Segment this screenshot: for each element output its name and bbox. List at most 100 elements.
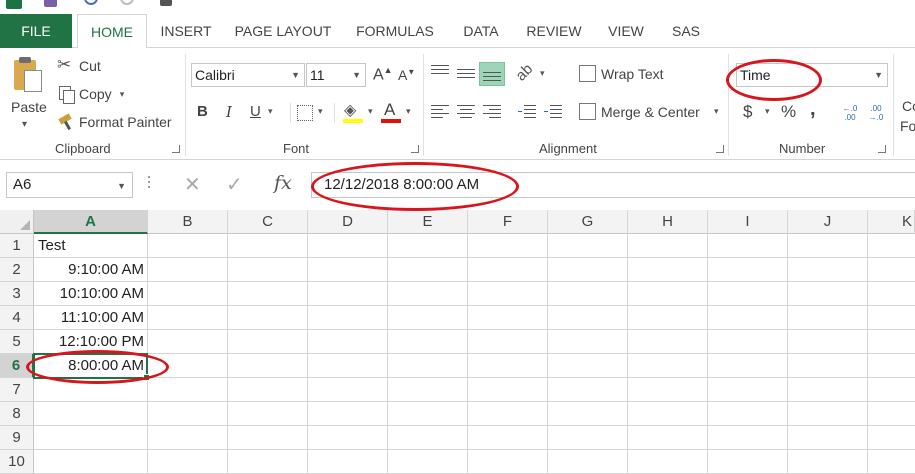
currency-dropdown-icon[interactable]: ▾ [765,106,770,117]
clipboard-launcher-icon[interactable] [172,145,180,153]
orientation-dropdown-icon[interactable]: ▾ [540,68,545,79]
cut-button[interactable]: Cut [57,55,101,77]
align-right-icon[interactable] [483,105,501,119]
cell-a4[interactable]: 11:10:00 AM [34,306,144,330]
gridline [34,353,915,354]
merge-dropdown-icon[interactable]: ▾ [714,106,719,117]
column-header-i[interactable]: I [708,210,788,234]
conditional-formatting-button[interactable]: Co [902,98,915,114]
middle-align-icon[interactable] [457,67,475,81]
orientation-icon[interactable]: ab [512,61,536,85]
tab-insert[interactable]: INSERT [150,14,222,48]
column-header-h[interactable]: H [628,210,708,234]
tab-home[interactable]: HOME [77,14,147,49]
cancel-icon[interactable]: ✕ [184,172,201,197]
borders-dropdown-icon[interactable]: ▾ [318,106,323,117]
annotation-circle-cell-a6 [26,350,169,384]
column-header-j[interactable]: J [788,210,868,234]
shrink-font-button[interactable]: A▼ [398,67,415,83]
column-header-c[interactable]: C [228,210,308,234]
tab-formulas[interactable]: FORMULAS [344,14,446,48]
cell-a2[interactable]: 9:10:00 AM [34,258,144,282]
underline-dropdown-icon[interactable]: ▾ [268,106,273,117]
row-header-10[interactable]: 10 [0,450,34,474]
row-header-5[interactable]: 5 [0,330,34,354]
bold-button[interactable]: B [197,103,208,120]
borders-icon[interactable] [297,105,313,121]
percent-button[interactable]: % [781,102,796,122]
row-header-7[interactable]: 7 [0,378,34,402]
column-header-d[interactable]: D [308,210,388,234]
paste-icon[interactable] [12,56,44,94]
insert-function-button[interactable]: fx [274,172,292,194]
tab-data[interactable]: DATA [448,14,514,48]
tab-review[interactable]: REVIEW [516,14,592,48]
font-size-select[interactable]: 11 ▼ [306,63,366,87]
row-header-4[interactable]: 4 [0,306,34,330]
row-header-8[interactable]: 8 [0,402,34,426]
cell-a1[interactable]: Test [38,234,66,258]
enter-icon[interactable]: ✓ [226,172,243,197]
column-header-e[interactable]: E [388,210,468,234]
chevron-down-icon: ▼ [874,70,883,80]
alignment-launcher-icon[interactable] [716,145,724,153]
column-header-k[interactable]: K [868,210,915,234]
copy-button[interactable]: Copy ▾ [57,83,124,105]
paste-dropdown-icon[interactable]: ▾ [22,119,27,130]
font-family-select[interactable]: Calibri ▼ [191,63,305,87]
paste-button[interactable]: Paste [11,99,47,115]
column-header-g[interactable]: G [548,210,628,234]
tab-page-layout[interactable]: PAGE LAYOUT [224,14,342,48]
font-launcher-icon[interactable] [411,145,419,153]
row-header-9[interactable]: 9 [0,426,34,450]
currency-button[interactable]: $ [743,102,752,122]
merge-center-button[interactable]: Merge & Center [601,104,700,120]
grow-font-button[interactable]: A▲ [373,65,393,84]
name-box[interactable]: A6 ▼ [6,172,133,198]
wrap-text-icon[interactable] [579,65,596,82]
gridline [34,281,915,282]
tab-sas[interactable]: SAS [660,14,712,48]
font-color-dropdown-icon[interactable]: ▾ [406,106,411,117]
top-align-icon[interactable] [431,65,449,79]
select-all-button[interactable] [0,210,34,234]
column-header-f[interactable]: F [468,210,548,234]
increase-decimal-button[interactable]: ←.0 .00 [840,104,860,122]
row-header-3[interactable]: 3 [0,282,34,306]
align-center-icon[interactable] [457,105,475,119]
gridline [707,234,708,474]
fill-dropdown-icon[interactable]: ▾ [368,106,373,117]
wrap-text-button[interactable]: Wrap Text [601,66,664,82]
format-painter-button[interactable]: Format Painter [57,111,172,133]
copy-dropdown-icon[interactable]: ▾ [120,89,125,100]
comma-style-button[interactable]: , [810,98,816,121]
italic-button[interactable]: I [226,103,232,121]
fill-color-icon[interactable]: ◈ [344,100,356,120]
bottom-align-icon [483,68,501,82]
font-color-button[interactable]: A [384,100,395,120]
save-icon[interactable] [44,0,57,7]
decrease-indent-icon[interactable] [518,105,536,119]
tab-file[interactable]: FILE [0,14,72,48]
align-left-icon[interactable] [431,105,449,119]
underline-button[interactable]: U [250,103,261,120]
undo-icon[interactable] [84,0,98,5]
touch-mode-icon[interactable] [160,0,172,6]
row-header-2[interactable]: 2 [0,258,34,282]
number-launcher-icon[interactable] [878,145,886,153]
merge-center-icon[interactable] [579,103,596,120]
increase-indent-icon[interactable] [544,105,562,119]
column-header-a[interactable]: A [34,210,148,234]
column-header-b[interactable]: B [148,210,228,234]
gridline [227,234,228,474]
cell-a3[interactable]: 10:10:00 AM [34,282,144,306]
name-box-value: A6 [13,176,32,193]
resize-handle-icon[interactable] [148,176,151,192]
redo-icon[interactable] [120,0,134,5]
worksheet-grid[interactable]: A B C D E F G H I J K 1 2 3 4 5 6 7 8 9 … [0,210,915,474]
clipboard-group-label: Clipboard [55,141,111,156]
tab-view[interactable]: VIEW [594,14,658,48]
chevron-down-icon: ▼ [291,70,300,80]
decrease-decimal-button[interactable]: .00 →.0 [866,104,886,122]
row-header-1[interactable]: 1 [0,234,34,258]
